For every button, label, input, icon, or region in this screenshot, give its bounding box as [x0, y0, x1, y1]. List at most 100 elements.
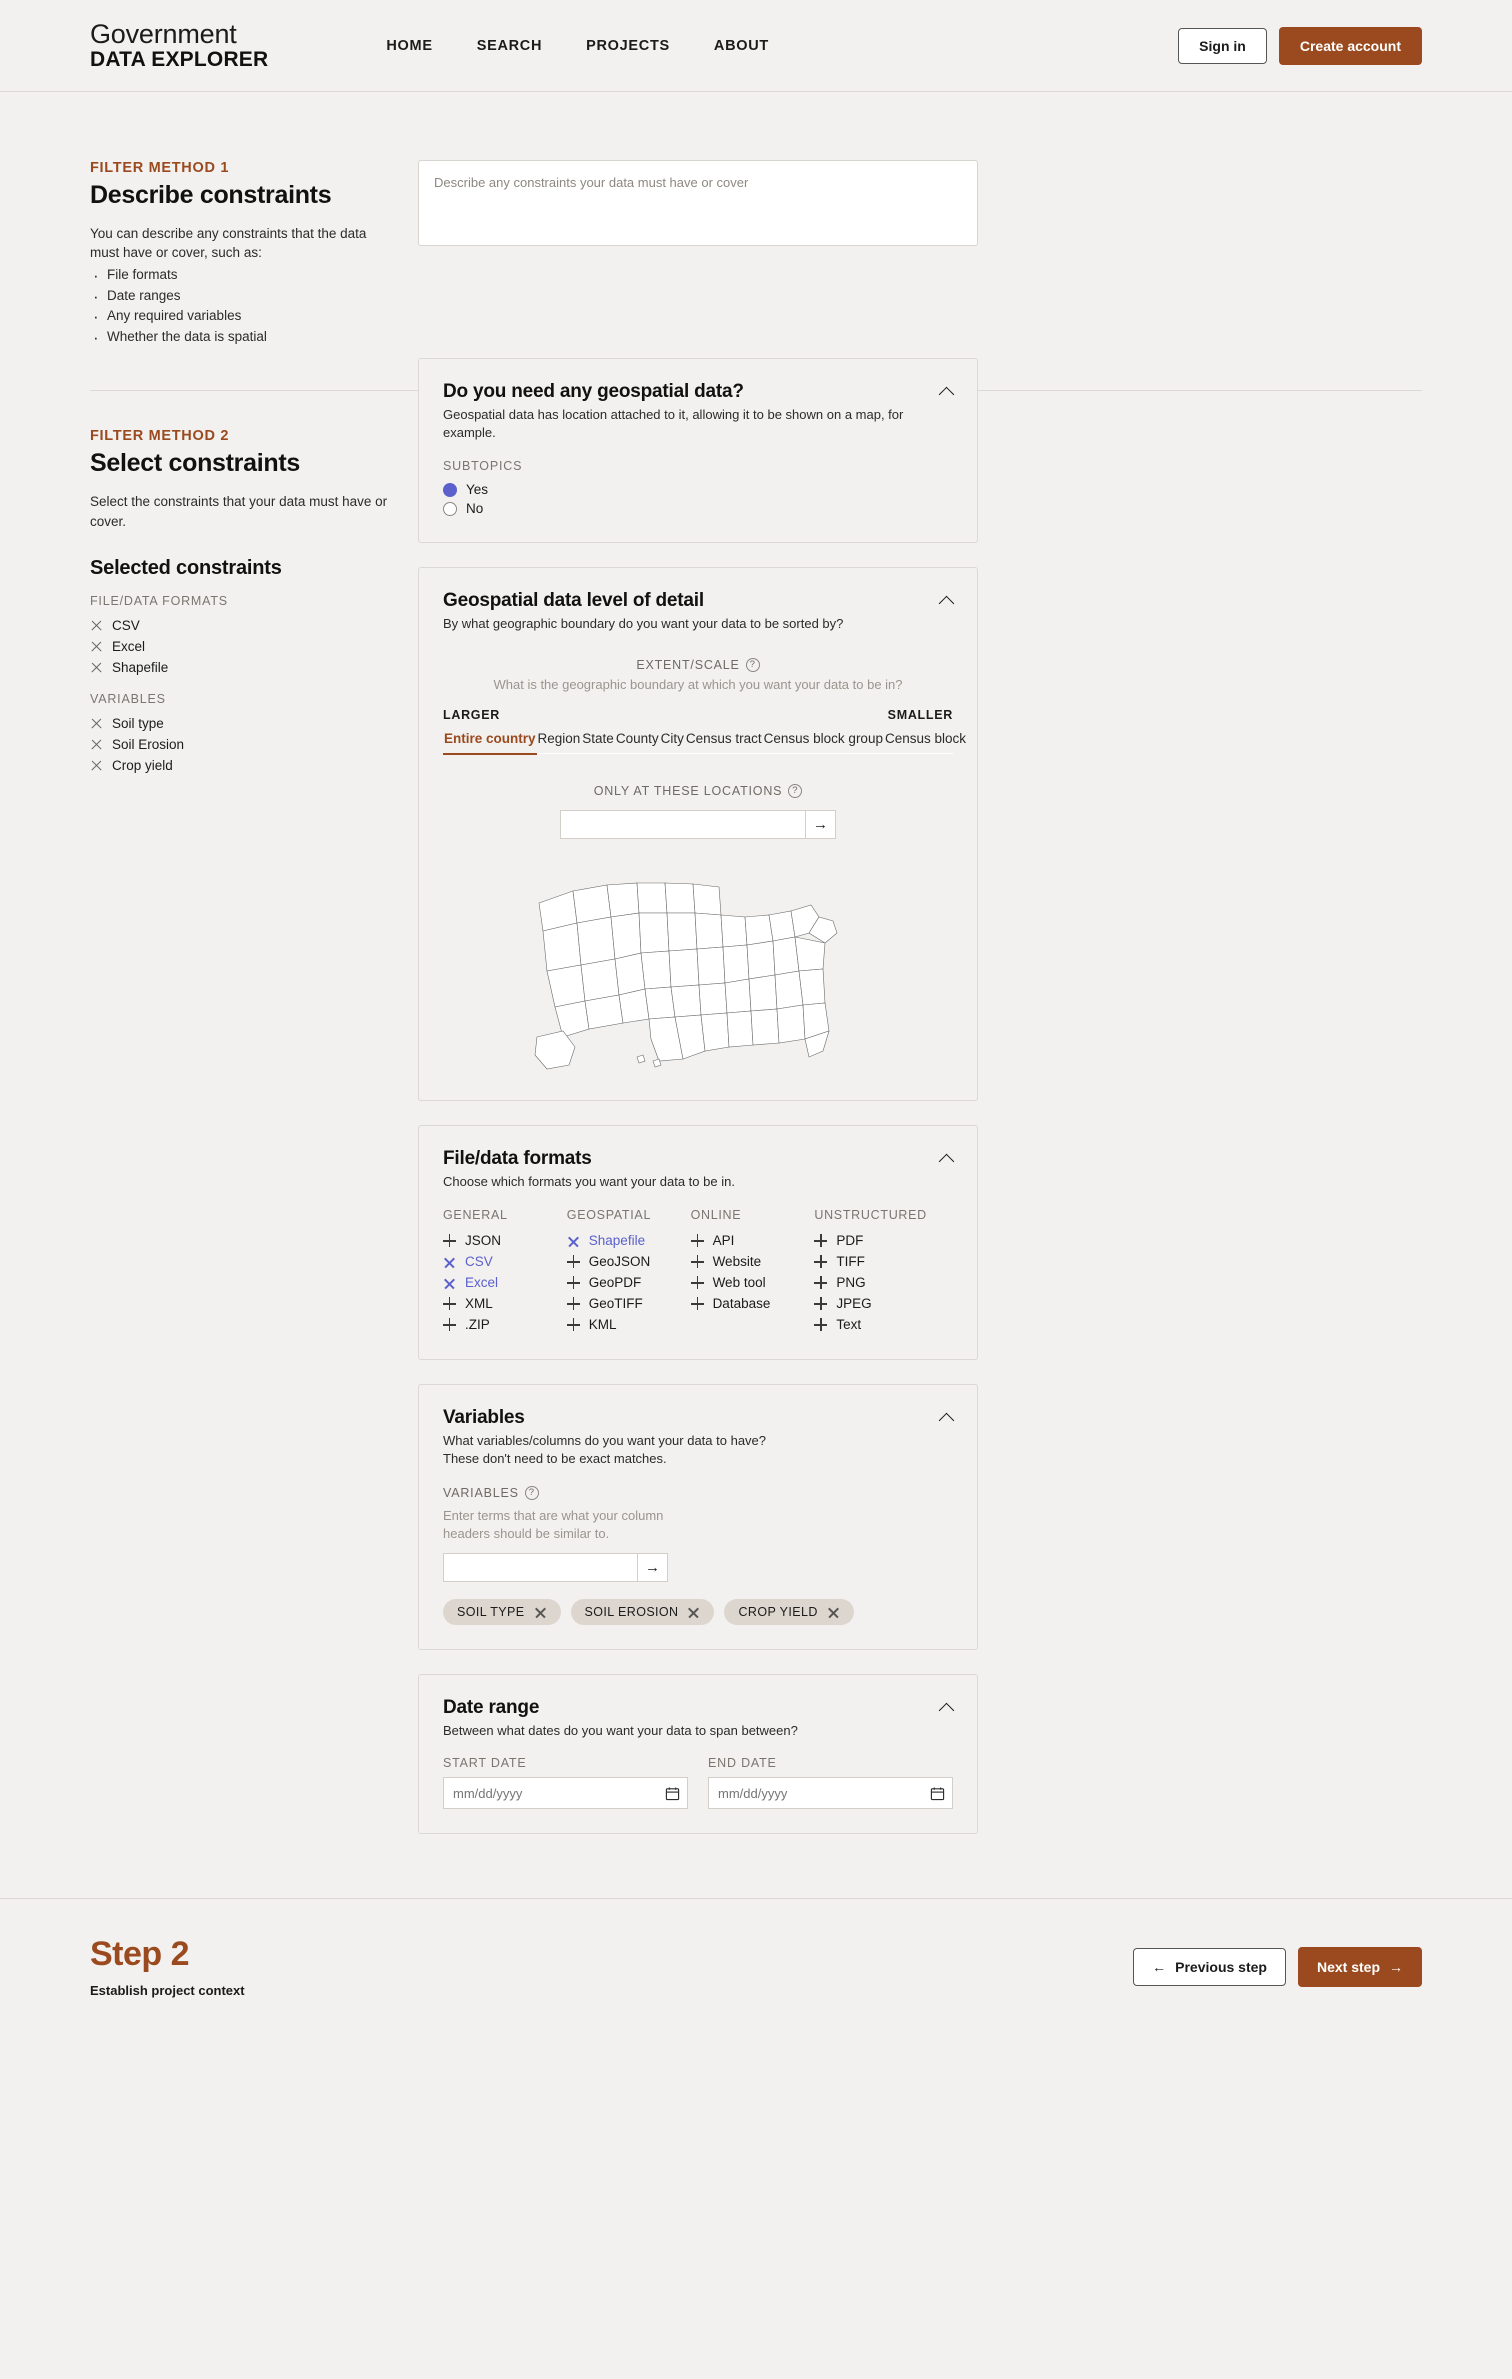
plus-icon[interactable] — [443, 1297, 456, 1311]
format-option-xml[interactable]: XML — [443, 1293, 567, 1314]
tab-entire-country[interactable]: Entire country — [443, 728, 537, 755]
remove-icon[interactable] — [90, 738, 103, 751]
selected-constraint-item[interactable]: Shapefile — [90, 657, 395, 678]
start-date-input[interactable] — [444, 1785, 657, 1801]
help-icon[interactable]: ? — [524, 1485, 539, 1500]
plus-icon[interactable] — [814, 1234, 828, 1248]
format-option-database[interactable]: Database — [690, 1293, 815, 1314]
arrow-right-icon[interactable]: → — [637, 1553, 668, 1582]
plus-icon[interactable] — [690, 1255, 704, 1269]
selected-constraint-item[interactable]: Soil Erosion — [90, 734, 395, 755]
plus-icon[interactable] — [443, 1318, 456, 1332]
format-option-tiff[interactable]: TIFF — [814, 1251, 953, 1272]
selected-constraint-item[interactable]: Crop yield — [90, 755, 395, 776]
radio-icon[interactable] — [443, 501, 457, 516]
plus-icon[interactable] — [566, 1255, 580, 1269]
format-option-png[interactable]: PNG — [814, 1272, 953, 1293]
format-option-zip[interactable]: .ZIP — [443, 1314, 567, 1335]
radio-option-yes[interactable]: Yes — [443, 480, 953, 499]
remove-icon[interactable] — [90, 619, 103, 632]
help-icon[interactable]: ? — [788, 784, 803, 799]
format-option-geotiff[interactable]: GeoTIFF — [566, 1293, 691, 1314]
chevron-up-icon[interactable] — [939, 1409, 955, 1425]
remove-icon[interactable] — [90, 759, 103, 772]
nav-item-home[interactable]: HOME — [386, 38, 432, 54]
extent-hint: What is the geographic boundary at which… — [493, 676, 903, 692]
plus-icon[interactable] — [566, 1297, 580, 1311]
us-map-svg[interactable] — [533, 861, 863, 1076]
nav-item-about[interactable]: ABOUT — [714, 38, 769, 54]
plus-icon[interactable] — [690, 1234, 704, 1248]
describe-constraints-textarea[interactable] — [418, 160, 978, 246]
remove-icon[interactable] — [90, 640, 103, 653]
format-option-kml[interactable]: KML — [566, 1314, 691, 1335]
tab-census-block[interactable]: Census block — [884, 728, 967, 754]
calendar-icon[interactable] — [922, 1786, 952, 1801]
plus-icon[interactable] — [814, 1318, 828, 1332]
brand-logo[interactable]: Government DATA EXPLORER — [90, 20, 268, 70]
calendar-icon[interactable] — [657, 1786, 687, 1801]
format-option-web-tool[interactable]: Web tool — [690, 1272, 815, 1293]
create-account-button[interactable]: Create account — [1278, 26, 1422, 65]
locations-input[interactable] — [560, 810, 805, 840]
next-step-button[interactable]: Next step → — [1297, 1946, 1422, 1987]
plus-icon[interactable] — [814, 1297, 828, 1311]
plus-icon[interactable] — [443, 1234, 456, 1248]
format-option-api[interactable]: API — [690, 1230, 815, 1251]
nav-item-search[interactable]: SEARCH — [477, 38, 542, 54]
format-option-excel[interactable]: Excel — [443, 1272, 567, 1293]
us-map[interactable] — [443, 861, 953, 1076]
plus-icon[interactable] — [690, 1297, 704, 1311]
format-label: Excel — [465, 1275, 499, 1291]
chevron-up-icon[interactable] — [939, 1699, 955, 1715]
format-option-jpeg[interactable]: JPEG — [814, 1293, 953, 1314]
plus-icon[interactable] — [566, 1318, 580, 1332]
format-option-geopdf[interactable]: GeoPDF — [566, 1272, 691, 1293]
chevron-up-icon[interactable] — [939, 1150, 955, 1166]
selected-constraint-item[interactable]: Soil type — [90, 713, 395, 734]
format-option-pdf[interactable]: PDF — [814, 1230, 953, 1251]
tab-state[interactable]: State — [581, 728, 615, 754]
tab-region[interactable]: Region — [537, 728, 582, 754]
plus-icon[interactable] — [814, 1276, 828, 1290]
selected-constraint-item[interactable]: CSV — [90, 615, 395, 636]
variables-input[interactable] — [443, 1553, 637, 1582]
remove-icon[interactable] — [443, 1255, 456, 1268]
nav-item-projects[interactable]: PROJECTS — [586, 38, 670, 54]
end-date-input[interactable] — [709, 1785, 922, 1801]
previous-step-button[interactable]: ← Previous step — [1133, 1947, 1286, 1986]
variable-tag-soil-erosion[interactable]: SOIL EROSION — [570, 1599, 715, 1625]
remove-icon[interactable] — [90, 717, 103, 730]
chevron-up-icon[interactable] — [939, 592, 955, 608]
variable-tag-soil-type[interactable]: SOIL TYPE — [443, 1599, 561, 1625]
arrow-right-icon[interactable]: → — [805, 810, 836, 840]
remove-icon[interactable] — [827, 1606, 840, 1619]
remove-icon[interactable] — [90, 661, 103, 674]
remove-icon[interactable] — [443, 1276, 456, 1289]
format-option-website[interactable]: Website — [690, 1251, 815, 1272]
constraint-group-label-formats: FILE/DATA FORMATS — [90, 593, 228, 608]
chevron-up-icon[interactable] — [939, 383, 955, 399]
format-option-json[interactable]: JSON — [443, 1230, 567, 1251]
format-option-geojson[interactable]: GeoJSON — [566, 1251, 691, 1272]
tab-census-block-group[interactable]: Census block group — [763, 728, 884, 754]
radio-icon[interactable] — [443, 482, 457, 497]
tab-census-tract[interactable]: Census tract — [685, 728, 763, 754]
format-option-csv[interactable]: CSV — [443, 1251, 567, 1272]
radio-option-no[interactable]: No — [443, 499, 953, 518]
format-option-shapefile[interactable]: Shapefile — [567, 1230, 691, 1251]
selected-constraint-item[interactable]: Excel — [90, 636, 395, 657]
variables-tag-list: SOIL TYPE SOIL EROSION CROP YIELD — [443, 1599, 953, 1625]
plus-icon[interactable] — [566, 1276, 580, 1290]
format-option-text[interactable]: Text — [814, 1314, 953, 1335]
plus-icon[interactable] — [814, 1255, 828, 1269]
remove-icon[interactable] — [534, 1606, 547, 1619]
remove-icon[interactable] — [567, 1234, 580, 1247]
tab-city[interactable]: City — [660, 728, 685, 754]
remove-icon[interactable] — [687, 1606, 700, 1619]
sign-in-button[interactable]: Sign in — [1178, 27, 1267, 64]
help-icon[interactable]: ? — [745, 657, 760, 672]
plus-icon[interactable] — [690, 1276, 704, 1290]
tab-county[interactable]: County — [615, 728, 660, 754]
variable-tag-crop-yield[interactable]: CROP YIELD — [724, 1599, 854, 1625]
